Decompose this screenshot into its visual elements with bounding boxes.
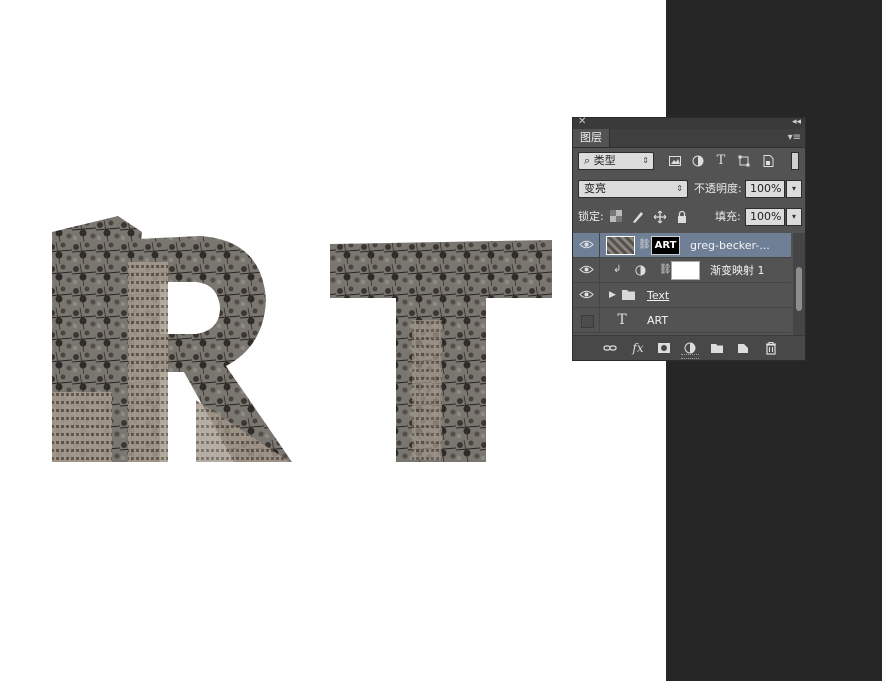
clipping-arrow-icon: ↲ <box>613 264 622 275</box>
row-separator <box>599 258 600 283</box>
opacity-label: 不透明度: <box>694 182 742 195</box>
filter-toggle-switch[interactable] <box>791 152 799 170</box>
new-layer-icon[interactable] <box>735 340 751 356</box>
resize-grip[interactable] <box>681 354 699 359</box>
link-chain-icon[interactable]: ⛓ <box>659 263 672 277</box>
lock-label: 锁定: <box>578 210 604 223</box>
chevron-updown-icon: ⇕ <box>642 156 649 165</box>
text-layer-icon: T <box>617 312 627 328</box>
blend-mode-value: 变亮 <box>584 182 606 195</box>
layer-mask-thumbnail[interactable] <box>671 261 700 280</box>
lock-row: 锁定: 填充: 100% ▾ <box>573 206 805 228</box>
fill-label: 填充: <box>715 210 741 223</box>
add-mask-icon[interactable] <box>656 340 672 356</box>
blend-row: 变亮 ⇕ 不透明度: 100% ▾ <box>573 178 805 200</box>
layer-row-art-text[interactable]: T ART <box>573 308 791 333</box>
filter-row: ⌕ 类型 ⇕ T <box>573 150 805 172</box>
layer-name[interactable]: greg-becker-... <box>690 233 770 258</box>
shape-filter-icon[interactable] <box>737 154 751 168</box>
scrollbar-thumb[interactable] <box>796 267 802 311</box>
art-artwork <box>52 216 552 462</box>
letter-t-shape <box>330 240 552 462</box>
layer-mask-thumbnail[interactable]: ART <box>651 236 680 255</box>
lock-pixels-brush-icon[interactable] <box>631 210 645 224</box>
panel-tabbar: 图层 ▾≡ <box>573 129 805 148</box>
type-filter-icon[interactable]: T <box>714 154 728 168</box>
panel-titlebar[interactable]: ✕ ◂◂ <box>573 116 805 129</box>
layer-row-text-group[interactable]: ▶ Text <box>573 283 791 308</box>
panel-bottom-toolbar: fx <box>573 335 805 360</box>
blend-mode-dropdown[interactable]: 变亮 ⇕ <box>578 180 688 198</box>
trash-delete-icon[interactable] <box>763 340 779 356</box>
visibility-off-checkbox[interactable] <box>581 315 594 328</box>
link-layers-icon[interactable] <box>602 340 618 356</box>
opacity-input[interactable]: 100% <box>745 180 785 198</box>
eye-visibility-icon[interactable] <box>579 263 594 276</box>
letter-r-shape <box>118 236 292 462</box>
document-canvas[interactable] <box>0 0 666 681</box>
image-filter-icon[interactable] <box>668 154 682 168</box>
row-separator <box>599 308 600 333</box>
eye-visibility-icon[interactable] <box>579 288 594 301</box>
fill-input[interactable]: 100% <box>745 208 785 226</box>
link-chain-icon[interactable]: ⛓ <box>638 238 651 252</box>
panel-menu-icon[interactable]: ▾≡ <box>788 132 801 143</box>
layer-thumbnail-photo[interactable] <box>606 236 635 255</box>
new-group-folder-icon[interactable] <box>709 340 725 356</box>
layer-row-gradient-map[interactable]: ↲ ⛓ 渐变映射 1 <box>573 258 791 283</box>
fx-effects-icon[interactable]: fx <box>630 340 646 356</box>
adjustment-filter-icon[interactable] <box>691 154 705 168</box>
layers-scrollbar[interactable] <box>793 233 805 335</box>
row-separator <box>599 233 600 258</box>
row-separator <box>599 283 600 308</box>
adjustment-layer-icon[interactable] <box>633 264 647 278</box>
filter-kind-dropdown[interactable]: ⌕ 类型 ⇕ <box>578 152 654 170</box>
folder-icon <box>621 288 635 302</box>
smart-object-filter-icon[interactable] <box>761 154 775 168</box>
layer-name[interactable]: 渐变映射 1 <box>710 258 765 283</box>
lock-position-move-icon[interactable] <box>653 210 667 224</box>
filter-kind-label: ⌕ 类型 <box>584 154 616 167</box>
tab-layers[interactable]: 图层 <box>573 129 610 147</box>
layer-name[interactable]: Text <box>647 283 669 308</box>
expand-triangle-icon[interactable]: ▶ <box>609 288 616 302</box>
opacity-dropdown-button[interactable]: ▾ <box>786 180 802 198</box>
collapse-icon[interactable]: ◂◂ <box>792 116 801 128</box>
layers-list[interactable]: ⛓ ART greg-becker-... ↲ ⛓ 渐变映射 1 ▶ Text … <box>573 233 791 335</box>
lock-all-icon[interactable] <box>675 210 689 224</box>
eye-visibility-icon[interactable] <box>579 238 594 251</box>
layer-name[interactable]: ART <box>647 308 668 333</box>
layer-row-greg-becker[interactable]: ⛓ ART greg-becker-... <box>573 233 791 258</box>
lock-transparency-icon[interactable] <box>609 210 623 224</box>
close-icon[interactable]: ✕ <box>578 116 586 128</box>
chevron-updown-icon: ⇕ <box>676 184 683 193</box>
fill-dropdown-button[interactable]: ▾ <box>786 208 802 226</box>
layers-panel[interactable]: ✕ ◂◂ 图层 ▾≡ ⌕ 类型 ⇕ T 变亮 ⇕ 不透明度: 100% ▾ 锁定… <box>572 116 806 361</box>
